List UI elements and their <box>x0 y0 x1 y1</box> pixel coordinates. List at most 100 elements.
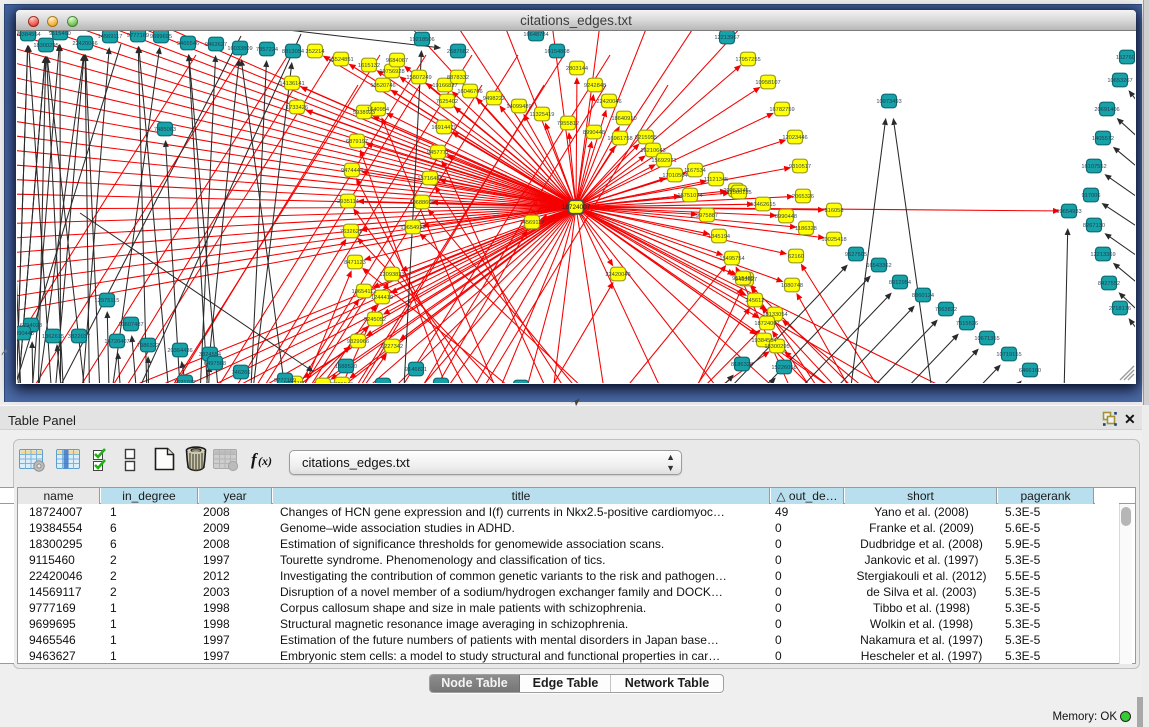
svg-text:2065326: 2065326 <box>792 194 814 200</box>
svg-text:19218506: 19218506 <box>409 37 434 43</box>
svg-text:6879197: 6879197 <box>346 139 368 145</box>
svg-text:10719155: 10719155 <box>996 352 1021 358</box>
svg-text:9227342: 9227342 <box>381 344 403 350</box>
svg-text:10520746: 10520746 <box>370 83 395 89</box>
svg-text:8186328: 8186328 <box>731 362 753 368</box>
svg-text:18300295: 18300295 <box>33 43 58 49</box>
svg-text:1588520: 1588520 <box>335 364 357 370</box>
svg-text:9465546: 9465546 <box>177 41 199 47</box>
svg-text:16033809: 16033809 <box>227 46 252 52</box>
svg-text:15720407: 15720407 <box>104 339 129 345</box>
svg-text:20691406: 20691406 <box>1094 107 1119 113</box>
svg-text:15807249: 15807249 <box>406 75 431 81</box>
svg-text:12975115: 12975115 <box>95 298 120 304</box>
svg-text:12213369: 12213369 <box>1090 252 1115 258</box>
svg-text:10671355: 10671355 <box>974 336 999 342</box>
svg-text:7857224: 7857224 <box>256 47 278 53</box>
svg-text:2718176: 2718176 <box>1109 306 1131 312</box>
svg-text:9684067: 9684067 <box>386 58 408 64</box>
svg-text:19384554: 19384554 <box>17 32 41 38</box>
svg-text:7955812: 7955812 <box>557 121 579 127</box>
svg-text:16046766: 16046766 <box>457 89 482 95</box>
svg-text:(x): (x) <box>258 454 272 468</box>
svg-text:14569117: 14569117 <box>98 34 123 40</box>
svg-text:252214: 252214 <box>306 49 325 55</box>
svg-text:7663822: 7663822 <box>935 307 957 313</box>
svg-text:9699695: 9699695 <box>150 34 172 40</box>
svg-text:1405572: 1405572 <box>1092 136 1114 142</box>
svg-text:1244419: 1244419 <box>371 295 393 301</box>
svg-text:5938923: 5938923 <box>353 110 375 116</box>
svg-text:8427552: 8427552 <box>1098 281 1120 287</box>
svg-text:8990448: 8990448 <box>775 214 797 220</box>
svg-text:9498222: 9498222 <box>483 96 505 102</box>
svg-text:2803144: 2803144 <box>566 66 588 72</box>
svg-text:19756928: 19756928 <box>379 69 404 75</box>
svg-text:9777169: 9777169 <box>127 33 149 39</box>
svg-text:18640910: 18640910 <box>611 116 636 122</box>
svg-text:22420046: 22420046 <box>605 272 630 278</box>
svg-text:9245052: 9245052 <box>364 317 386 323</box>
svg-text:1621072: 1621072 <box>174 380 196 382</box>
svg-text:9242848: 9242848 <box>584 83 606 89</box>
svg-text:8878332: 8878332 <box>447 75 469 81</box>
svg-text:3822037: 3822037 <box>68 334 90 340</box>
svg-text:7632621: 7632621 <box>340 229 362 235</box>
svg-text:816058: 816058 <box>825 208 844 214</box>
svg-text:1527602: 1527602 <box>1116 55 1135 61</box>
svg-text:7625402: 7625402 <box>436 99 458 105</box>
svg-text:8813054: 8813054 <box>282 49 304 55</box>
svg-text:8860124: 8860124 <box>912 293 934 299</box>
svg-text:9457771: 9457771 <box>427 150 449 156</box>
svg-text:16543362: 16543362 <box>866 263 891 269</box>
svg-text:917006: 917006 <box>1082 193 1101 199</box>
svg-text:6497568: 6497568 <box>204 361 226 367</box>
svg-text:8471123: 8471123 <box>344 260 366 266</box>
svg-text:1362615: 1362615 <box>42 334 64 340</box>
svg-text:20364436: 20364436 <box>167 348 192 354</box>
svg-text:12213967: 12213967 <box>714 35 739 41</box>
svg-text:12093823: 12093823 <box>379 272 404 278</box>
svg-text:8912954: 8912954 <box>889 280 911 286</box>
svg-text:9115460: 9115460 <box>732 276 754 282</box>
svg-text:8215955: 8215955 <box>635 135 657 141</box>
svg-text:8990448: 8990448 <box>583 130 605 136</box>
svg-text:9527505: 9527505 <box>845 252 867 258</box>
svg-text:12023446: 12023446 <box>782 135 807 141</box>
svg-text:18300295: 18300295 <box>764 344 789 350</box>
svg-text:1733426: 1733426 <box>286 105 308 111</box>
svg-text:12505135: 12505135 <box>726 190 751 196</box>
svg-text:10958107: 10958107 <box>755 80 780 86</box>
svg-text:2687682: 2687682 <box>447 49 469 55</box>
svg-text:9777169: 9777169 <box>284 381 306 382</box>
svg-text:1186328: 1186328 <box>795 226 817 232</box>
svg-text:19166827: 19166827 <box>432 83 457 89</box>
svg-text:11325419: 11325419 <box>530 112 555 118</box>
svg-text:17957255: 17957255 <box>735 57 760 63</box>
svg-text:14136141: 14136141 <box>279 81 304 87</box>
svg-text:13462615: 13462615 <box>750 202 775 208</box>
svg-text:22420046: 22420046 <box>72 41 97 47</box>
svg-text:14099489: 14099489 <box>506 104 531 110</box>
svg-text:18133054: 18133054 <box>762 312 787 318</box>
svg-text:1080748: 1080748 <box>781 283 803 289</box>
svg-text:11121345: 11121345 <box>704 177 728 183</box>
svg-text:10973493: 10973493 <box>876 99 901 105</box>
svg-text:15716485: 15716485 <box>417 176 442 182</box>
svg-text:6466160: 6466160 <box>1019 368 1041 374</box>
svg-text:19654923: 19654923 <box>400 225 425 231</box>
svg-text:10688609: 10688609 <box>409 200 434 206</box>
svg-text:245612: 245612 <box>746 298 765 304</box>
svg-text:10607487: 10607487 <box>118 322 143 328</box>
svg-text:3824554: 3824554 <box>199 352 221 358</box>
svg-text:16210643: 16210643 <box>640 148 665 154</box>
svg-text:7515526: 7515526 <box>956 321 978 327</box>
svg-text:22420046: 22420046 <box>596 99 621 105</box>
svg-text:9474444: 9474444 <box>341 168 363 174</box>
svg-text:6794028: 6794028 <box>20 323 42 329</box>
svg-text:9146821: 9146821 <box>405 367 427 373</box>
svg-text:16107552: 16107552 <box>1081 164 1106 170</box>
svg-text:62160: 62160 <box>788 254 804 260</box>
svg-text:2935114: 2935114 <box>337 199 359 205</box>
svg-text:15226058: 15226058 <box>771 365 796 371</box>
